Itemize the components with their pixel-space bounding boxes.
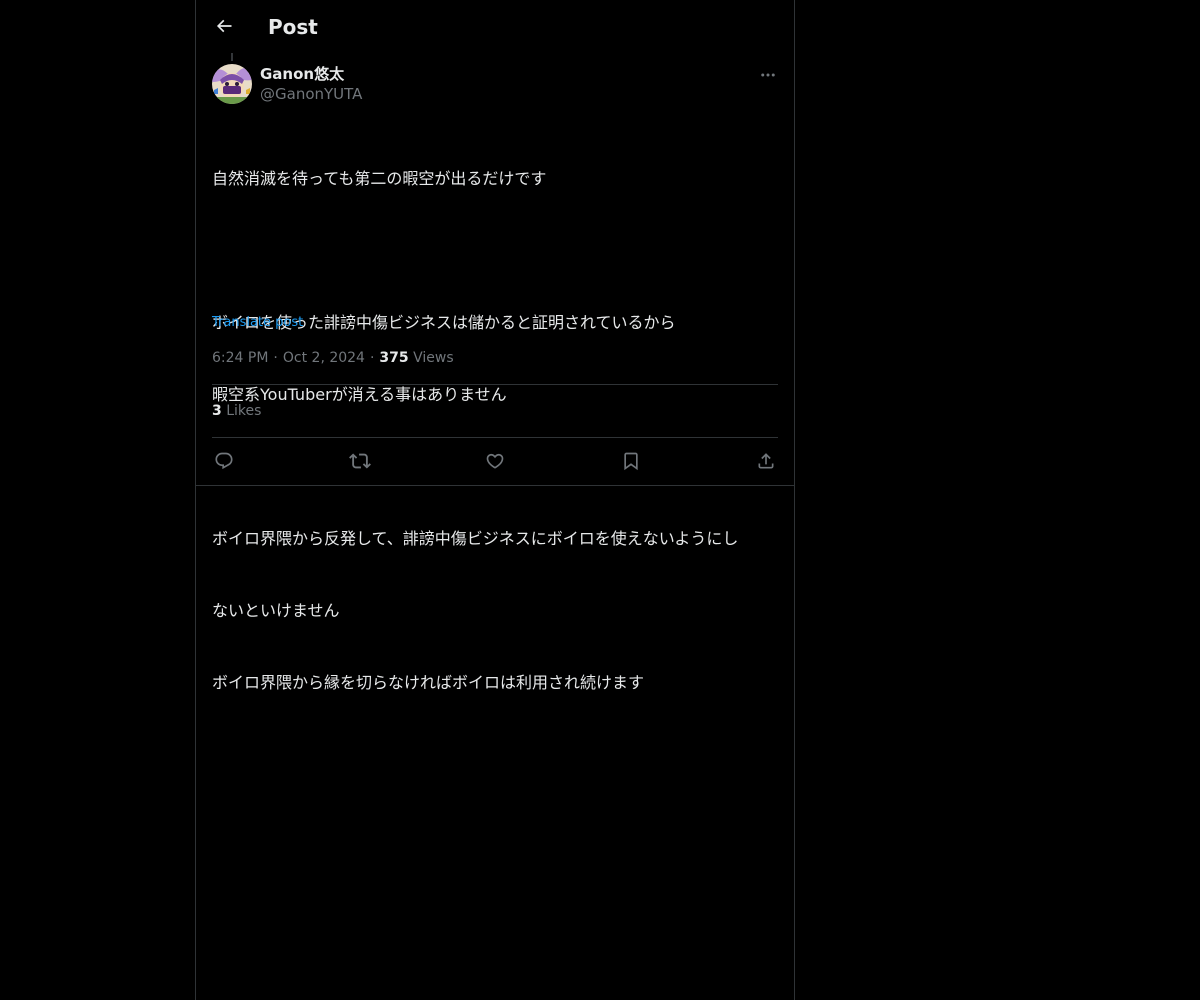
arrow-left-icon — [216, 19, 232, 33]
like-icon — [486, 453, 504, 469]
post-metadata: 6:24 PM · Oct 2, 2024 · 375 Views — [212, 348, 454, 368]
post-text-line: ボイロ界隈から反発して、誹謗中傷ビジネスにボイロを使えないようにし — [212, 529, 739, 548]
share-button[interactable] — [754, 449, 778, 473]
primary-column: Post Ganon悠太 @GanonYUTA 自然消滅を待っても第二の暇空が出… — [195, 0, 795, 1000]
page-header: Post — [196, 0, 794, 53]
post-text-line — [212, 239, 778, 263]
repost-button[interactable] — [348, 449, 372, 473]
views-count: 375 — [379, 350, 409, 366]
likes-summary[interactable]: 3 Likes — [212, 401, 261, 421]
likes-count: 3 — [212, 403, 222, 419]
page-title: Post — [268, 15, 318, 39]
like-button[interactable] — [483, 449, 507, 473]
post-text-line: 自然消滅を待っても第二の暇空が出るだけです — [212, 169, 547, 188]
bookmark-icon — [623, 452, 638, 471]
author-handle[interactable]: @GanonYUTA — [260, 84, 362, 104]
separator-dot: · — [369, 350, 375, 366]
bookmark-button[interactable] — [619, 449, 643, 473]
translate-post-link[interactable]: Translate post — [212, 313, 303, 333]
post-text-line: ボイロ界隈から縁を切らなければボイロは利用され続けます — [212, 673, 645, 692]
author-display-name[interactable]: Ganon悠太 — [260, 64, 362, 84]
thread-connector-line — [231, 53, 233, 61]
post-text: 自然消滅を待っても第二の暇空が出るだけです ボイロを使った誹謗中傷ビジネスは儲か… — [212, 119, 778, 743]
avatar-image — [212, 64, 252, 104]
post-bottom-border — [196, 485, 794, 486]
divider — [212, 437, 778, 438]
more-options-button[interactable] — [756, 64, 780, 86]
post-action-bar — [212, 448, 778, 474]
repost-icon — [348, 453, 371, 469]
divider — [212, 384, 778, 385]
share-icon — [758, 453, 774, 469]
post-time[interactable]: 6:24 PM — [212, 350, 268, 366]
author-info: Ganon悠太 @GanonYUTA — [260, 64, 362, 104]
author-avatar[interactable] — [212, 64, 252, 104]
views-label: Views — [413, 350, 454, 366]
post-text-line: 暇空系YouTuberが消える事はありません — [212, 385, 507, 404]
back-button[interactable] — [208, 10, 240, 42]
post-date[interactable]: Oct 2, 2024 — [283, 350, 365, 366]
reply-button[interactable] — [212, 449, 236, 473]
post-text-line: ないといけません — [212, 601, 340, 620]
more-horizontal-icon — [761, 73, 775, 77]
reply-icon — [215, 452, 233, 470]
likes-label: Likes — [226, 403, 262, 419]
separator-dot: · — [273, 350, 278, 366]
